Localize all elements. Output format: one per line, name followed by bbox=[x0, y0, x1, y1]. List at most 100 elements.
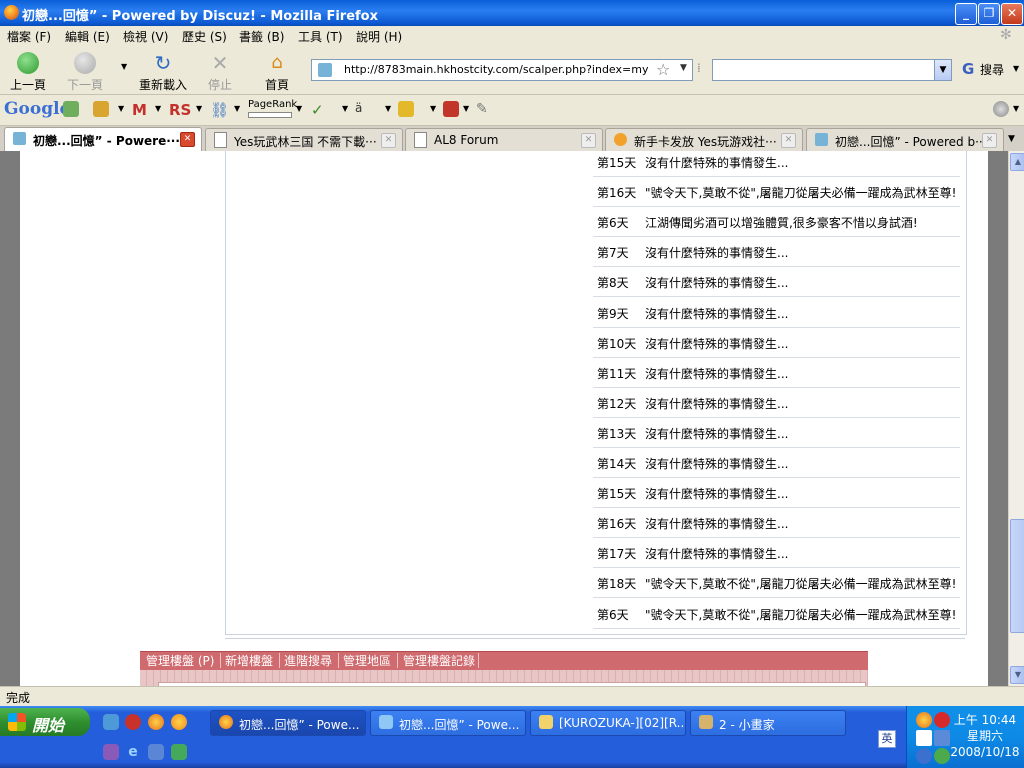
taskbar-item-folder[interactable]: [KUROZUKA-][02][R... bbox=[530, 710, 686, 736]
admin-add-listing-link[interactable]: 新增樓盤 bbox=[225, 652, 273, 669]
pagerank-dropdown-icon[interactable]: ▼ bbox=[296, 104, 302, 113]
minimize-button[interactable]: _ bbox=[955, 3, 977, 25]
log-row: 第9天 沒有什麼特殊的事情發生... bbox=[593, 297, 960, 328]
menu-edit[interactable]: 編輯 (E) bbox=[65, 28, 110, 45]
vertical-scrollbar[interactable]: ▲ ▼ bbox=[1008, 151, 1024, 686]
settings-circle-icon[interactable] bbox=[993, 101, 1009, 117]
bookmark-puzzle-icon[interactable] bbox=[93, 101, 109, 117]
scroll-up-icon[interactable]: ▲ bbox=[1010, 153, 1024, 171]
start-button[interactable]: 開始 bbox=[0, 708, 90, 736]
taskbar-item-ie[interactable]: 初戀...回憶” - Powe... bbox=[370, 710, 526, 736]
admin-separator bbox=[220, 653, 221, 668]
tray-media-icon[interactable] bbox=[916, 712, 932, 728]
quicklaunch-app-icon[interactable] bbox=[103, 744, 119, 760]
quicklaunch-media-icon[interactable] bbox=[171, 714, 187, 730]
tray-messenger-icon[interactable] bbox=[934, 748, 950, 764]
admin-separator bbox=[338, 653, 339, 668]
log-message: 沒有什麼特殊的事情發生... bbox=[645, 547, 789, 562]
signout-dropdown-icon[interactable]: ▼ bbox=[463, 104, 469, 113]
tab-close-icon[interactable]: ✕ bbox=[982, 133, 997, 148]
google-logo[interactable]: Google bbox=[4, 99, 70, 119]
tab-2[interactable]: Yes玩武林三国 不需下載··· ✕ bbox=[205, 128, 403, 151]
gmail-dropdown-icon[interactable]: ▼ bbox=[155, 104, 161, 113]
menu-tools[interactable]: 工具 (T) bbox=[298, 28, 343, 45]
log-message: 沒有什麼特殊的事情發生... bbox=[645, 156, 789, 170]
quicklaunch-opera-icon[interactable] bbox=[125, 714, 141, 730]
translate-dropdown-icon[interactable]: ▼ bbox=[385, 104, 391, 113]
spellcheck-dropdown-icon[interactable]: ▼ bbox=[342, 104, 348, 113]
log-message: 沒有什麼特殊的事情發生... bbox=[645, 396, 789, 411]
search-engine-dropdown-icon[interactable]: ▼ bbox=[1013, 64, 1019, 73]
system-clock[interactable]: 上午 10:44 星期六 2008/10/18 bbox=[950, 712, 1020, 760]
log-row: 第17天 沒有什麼特殊的事情發生... bbox=[593, 537, 960, 569]
gmail-icon[interactable]: M bbox=[132, 101, 148, 119]
search-dropdown-icon[interactable]: ▼ bbox=[934, 60, 951, 80]
share-dropdown-icon[interactable]: ▼ bbox=[234, 104, 240, 113]
menu-help[interactable]: 說明 (H) bbox=[356, 28, 402, 45]
log-day: 第10天 bbox=[597, 336, 637, 351]
signout-icon[interactable] bbox=[443, 101, 459, 117]
quicklaunch-explorer-icon[interactable] bbox=[148, 744, 164, 760]
home-button[interactable]: ⌂ 首頁 bbox=[262, 50, 292, 93]
close-button[interactable]: ✕ bbox=[1001, 3, 1023, 25]
scroll-thumb[interactable] bbox=[1010, 519, 1024, 633]
history-dropdown-icon[interactable]: ▼ bbox=[121, 62, 127, 71]
log-day: 第14天 bbox=[597, 457, 637, 471]
log-row: 第10天 沒有什麼特殊的事情發生... bbox=[593, 327, 960, 358]
tab-close-icon[interactable]: ✕ bbox=[180, 132, 195, 147]
admin-listing-records-link[interactable]: 管理樓盤記錄 bbox=[403, 652, 475, 669]
stop-button[interactable]: ✕ 停止 bbox=[205, 50, 235, 93]
menu-bookmarks[interactable]: 書籤 (B) bbox=[239, 28, 284, 45]
highlighter-icon[interactable]: ✎ bbox=[476, 101, 492, 117]
share-link-icon[interactable]: ⛓ bbox=[210, 101, 229, 119]
tray-network-icon[interactable] bbox=[934, 730, 950, 746]
tab-1[interactable]: 初戀...回憶” - Powere··· ✕ bbox=[4, 127, 202, 152]
rss-dropdown-icon[interactable]: ▼ bbox=[196, 104, 202, 113]
maximize-button[interactable]: ❐ bbox=[978, 3, 1000, 25]
forward-label: 下一頁 bbox=[66, 78, 103, 92]
image-search-icon[interactable] bbox=[63, 101, 79, 117]
menu-view[interactable]: 檢視 (V) bbox=[123, 28, 168, 45]
bookmark-star-icon[interactable]: ☆ bbox=[656, 60, 670, 79]
tab-list-dropdown-icon[interactable]: ▼ bbox=[1008, 134, 1015, 144]
input-language-icon[interactable]: 英 bbox=[878, 730, 896, 748]
url-dropdown-icon[interactable]: ▼ bbox=[680, 63, 687, 73]
taskbar-item-paint[interactable]: 2 - 小畫家 bbox=[690, 710, 846, 736]
admin-advanced-search-link[interactable]: 進階搜尋 bbox=[284, 652, 332, 669]
quicklaunch-firefox-icon[interactable] bbox=[148, 714, 164, 730]
taskbar-item-label: 2 - 小畫家 bbox=[719, 718, 775, 732]
search-input[interactable]: ▼ bbox=[712, 59, 952, 81]
quicklaunch-network-icon[interactable] bbox=[103, 714, 119, 730]
back-button[interactable]: 上一頁 bbox=[8, 50, 48, 93]
spellcheck-icon[interactable]: ✓ bbox=[311, 101, 327, 119]
scroll-down-icon[interactable]: ▼ bbox=[1010, 666, 1024, 684]
reload-button[interactable]: ↻ 重新載入 bbox=[136, 50, 190, 93]
quicklaunch-messenger-icon[interactable] bbox=[171, 744, 187, 760]
quicklaunch-ie-icon[interactable]: e bbox=[125, 744, 141, 760]
tab-3[interactable]: AL8 Forum ✕ bbox=[405, 128, 603, 151]
rss-icon[interactable]: RS bbox=[169, 101, 193, 119]
translate-icon[interactable]: ä bbox=[355, 101, 371, 117]
toolbar-resize-handle-icon[interactable]: ⁞ bbox=[697, 61, 701, 75]
tab-close-icon[interactable]: ✕ bbox=[381, 133, 396, 148]
tray-volume-icon[interactable] bbox=[916, 748, 932, 764]
search-engine-label[interactable]: 搜尋 bbox=[980, 61, 1004, 78]
tray-flash-icon[interactable] bbox=[934, 712, 950, 728]
menu-file[interactable]: 檔案 (F) bbox=[7, 28, 51, 45]
admin-manage-areas-link[interactable]: 管理地區 bbox=[343, 652, 391, 669]
settings-dropdown-icon[interactable]: ▼ bbox=[1013, 104, 1019, 113]
log-message: 沒有什麼特殊的事情發生... bbox=[645, 276, 789, 291]
tray-play-icon[interactable] bbox=[916, 730, 932, 746]
forward-button[interactable]: 下一頁 bbox=[64, 50, 106, 93]
admin-manage-listings-link[interactable]: 管理樓盤 (P) bbox=[146, 652, 214, 669]
send-to-icon[interactable] bbox=[398, 101, 414, 117]
send-dropdown-icon[interactable]: ▼ bbox=[430, 104, 436, 113]
back-arrow-icon bbox=[17, 52, 39, 74]
taskbar-item-firefox[interactable]: 初戀...回憶” - Powe... bbox=[210, 710, 366, 736]
log-row: 第15天 沒有什麼特殊的事情發生... bbox=[593, 146, 960, 177]
url-bar[interactable]: http://8783main.hkhostcity.com/scalper.p… bbox=[311, 59, 693, 81]
google-search-engine-icon[interactable]: G bbox=[962, 60, 974, 78]
menu-history[interactable]: 歷史 (S) bbox=[182, 28, 227, 45]
google-dropdown-icon[interactable]: ▼ bbox=[118, 104, 124, 113]
reload-label: 重新載入 bbox=[138, 78, 187, 92]
